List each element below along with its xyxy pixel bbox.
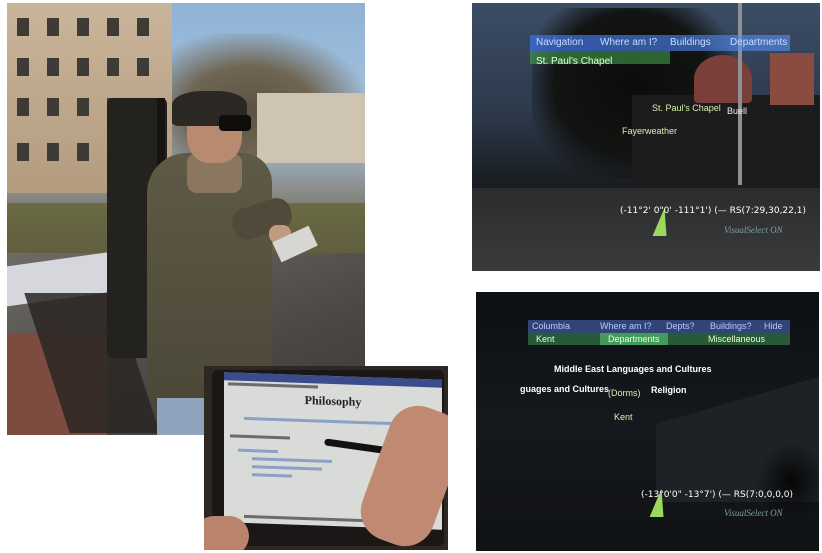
- brick-tower: [770, 53, 814, 105]
- ar-label-chapel: St. Paul's Chapel: [652, 103, 721, 113]
- ar-submenu-item[interactable]: Kent: [536, 333, 555, 345]
- distant-building: [257, 93, 365, 163]
- ar-coordinates: (-11°2' 0"0' -111°1') (— RS(7:29,30,22,1…: [620, 206, 806, 216]
- ar-menu-item[interactable]: Where am I?: [600, 35, 657, 51]
- thumb: [204, 516, 249, 550]
- ar-submenu-item[interactable]: St. Paul's Chapel: [530, 56, 612, 67]
- chapel-dome: [694, 55, 752, 103]
- ar-menu-item[interactable]: Where am I?: [600, 320, 652, 333]
- ar-menu-item[interactable]: Columbia: [532, 320, 570, 333]
- ar-label-fayerweather: Fayerweather: [622, 126, 678, 136]
- ar-label-dorms: (Dorms): [608, 388, 641, 398]
- ar-menu-item[interactable]: Buildings?: [710, 320, 752, 333]
- lamp-pole: [738, 3, 742, 185]
- ar-label-partial: guages and Cultures: [520, 384, 610, 394]
- ar-label-religion: Religion: [651, 385, 687, 395]
- ar-status: VisualSelect ON: [724, 508, 783, 518]
- photo-ar-view-dusk: Navigation Where am I? Buildings Departm…: [472, 3, 820, 271]
- ar-label-middle-east: Middle East Languages and Cultures: [554, 364, 712, 374]
- ar-menu-item[interactable]: Depts?: [666, 320, 695, 333]
- ar-coordinates: (-13°0'0" -13°7') (— RS(7:0,0,0,0): [641, 490, 794, 500]
- ar-status: VisualSelect ON: [724, 225, 783, 235]
- ar-label-kent: Kent: [614, 412, 633, 422]
- ar-menu-item[interactable]: Buildings: [670, 35, 711, 51]
- ar-menu-item[interactable]: Departments: [730, 35, 787, 51]
- ar-submenu-bar[interactable]: St. Paul's Chapel: [530, 51, 670, 67]
- ar-menu-item[interactable]: Hide: [764, 320, 783, 333]
- photo-tablet-browser: Philosophy: [204, 366, 448, 550]
- ar-menu-bar[interactable]: Columbia Where am I? Depts? Buildings? H…: [528, 320, 790, 333]
- ar-label-buell: Buell: [727, 106, 748, 116]
- ar-menu-item[interactable]: Navigation: [536, 35, 583, 51]
- ar-submenu-item[interactable]: Miscellaneous: [708, 333, 765, 345]
- head-mounted-display: [219, 115, 251, 131]
- ar-submenu-bar[interactable]: Kent Departments Miscellaneous: [528, 333, 790, 345]
- photo-ar-view-night: Columbia Where am I? Depts? Buildings? H…: [476, 292, 819, 551]
- ar-menu-bar[interactable]: Navigation Where am I? Buildings Departm…: [530, 35, 790, 51]
- ar-submenu-item[interactable]: Departments: [608, 333, 660, 345]
